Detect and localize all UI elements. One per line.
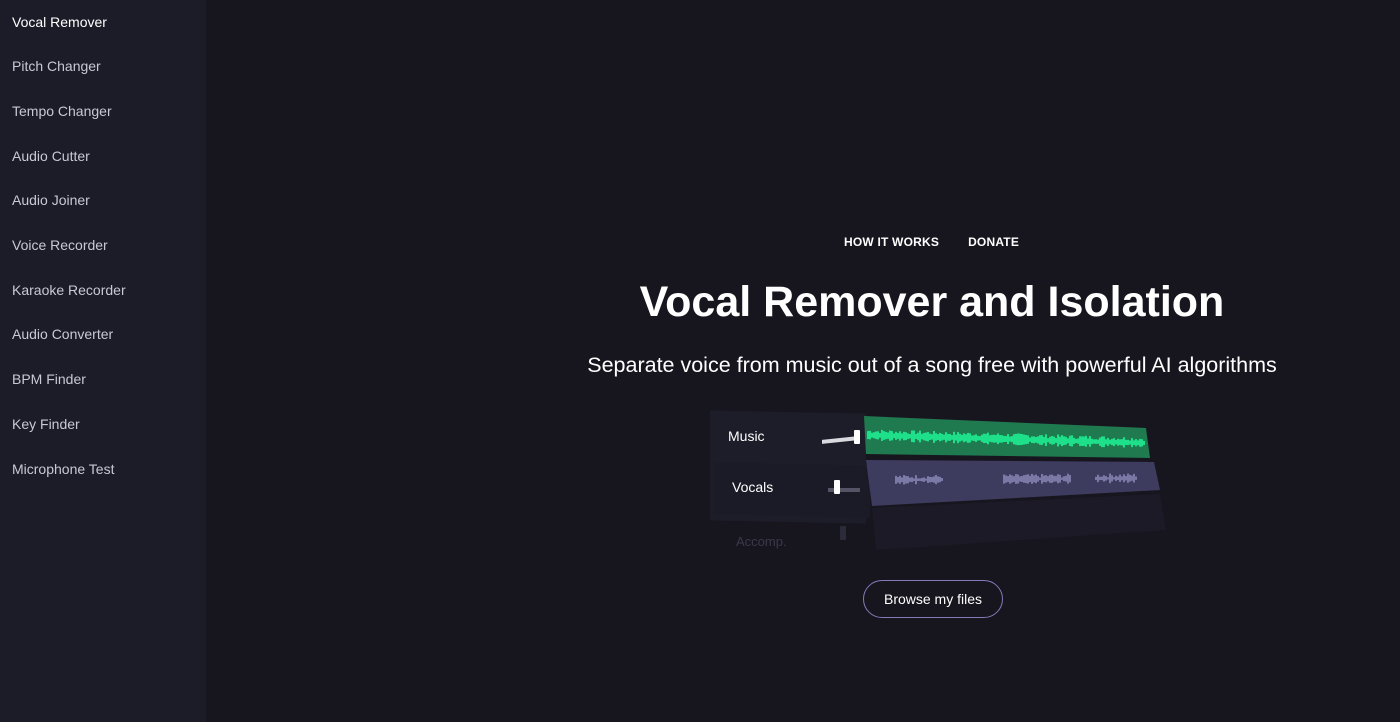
music-fader-knob: [854, 430, 860, 444]
accompaniment-track-label: Accomp.: [736, 534, 787, 549]
accompaniment-fader-knob: [840, 526, 846, 540]
app-root: Vocal Remover Pitch Changer Tempo Change…: [0, 0, 1400, 722]
main-content: HOW IT WORKS DONATE Vocal Remover and Is…: [206, 0, 1400, 722]
sidebar: Vocal Remover Pitch Changer Tempo Change…: [0, 0, 206, 722]
sidebar-nav: Vocal Remover Pitch Changer Tempo Change…: [0, 0, 206, 491]
mixer-illustration: Music Vocals Accomp.: [706, 410, 1166, 570]
sidebar-item-voice-recorder[interactable]: Voice Recorder: [0, 223, 206, 268]
vocals-track-label: Vocals: [732, 479, 774, 495]
sidebar-item-microphone-test[interactable]: Microphone Test: [0, 446, 206, 491]
sidebar-item-audio-joiner[interactable]: Audio Joiner: [0, 178, 206, 223]
sidebar-item-bpm-finder[interactable]: BPM Finder: [0, 357, 206, 402]
sidebar-item-key-finder[interactable]: Key Finder: [0, 402, 206, 447]
how-it-works-link[interactable]: HOW IT WORKS: [844, 232, 939, 252]
donate-link[interactable]: DONATE: [968, 232, 1019, 252]
sidebar-item-tempo-changer[interactable]: Tempo Changer: [0, 89, 206, 134]
page-subtitle: Separate voice from music out of a song …: [587, 353, 1277, 377]
sidebar-item-audio-cutter[interactable]: Audio Cutter: [0, 133, 206, 178]
music-track-label: Music: [728, 428, 765, 444]
sidebar-item-vocal-remover[interactable]: Vocal Remover: [0, 0, 206, 44]
vocals-volume-fader: [828, 488, 860, 492]
sidebar-item-pitch-changer[interactable]: Pitch Changer: [0, 44, 206, 89]
browse-files-button[interactable]: Browse my files: [863, 580, 1003, 618]
sidebar-item-karaoke-recorder[interactable]: Karaoke Recorder: [0, 267, 206, 312]
top-nav: HOW IT WORKS DONATE: [844, 232, 1019, 252]
sidebar-item-audio-converter[interactable]: Audio Converter: [0, 312, 206, 357]
vocals-fader-knob: [834, 480, 840, 494]
page-title: Vocal Remover and Isolation: [639, 278, 1225, 326]
